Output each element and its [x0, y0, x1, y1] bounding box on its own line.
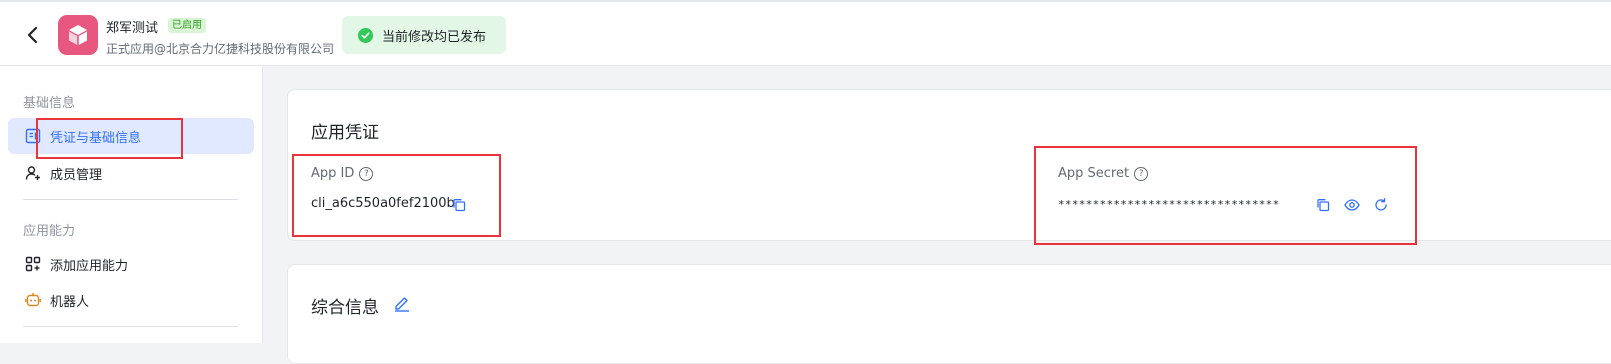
highlight-box-credentials — [36, 118, 183, 159]
add-member-icon — [24, 164, 42, 182]
toast-text: 当前修改均已发布 — [382, 29, 487, 45]
app-subtitle: 正式应用@北京合力亿捷科技股份有限公司 — [106, 42, 335, 56]
general-info-title: 综合信息 — [311, 298, 379, 318]
grid-icon — [24, 255, 42, 273]
sidebar-item-label: 添加应用能力 — [50, 258, 129, 274]
highlight-box-app-id — [292, 154, 501, 237]
sidebar-group-basic: 基础信息 — [23, 96, 76, 111]
sidebar-divider — [23, 199, 238, 200]
highlight-box-app-secret — [1034, 146, 1417, 245]
sidebar-divider — [23, 326, 238, 327]
app-logo — [58, 15, 98, 55]
sidebar-item-label: 成员管理 — [50, 167, 103, 183]
sidebar-item-add-ability[interactable]: 添加应用能力 — [8, 246, 254, 282]
sidebar-item-label: 机器人 — [50, 294, 90, 310]
sidebar-item-robot[interactable]: 机器人 — [8, 282, 254, 318]
cube-icon — [69, 25, 87, 45]
publish-status-toast: 当前修改均已发布 — [342, 16, 506, 54]
top-bar: 郑军测试 已启用 正式应用@北京合力亿捷科技股份有限公司 当前修改均已发布 — [0, 0, 1611, 66]
general-info-card: 综合信息 — [287, 264, 1611, 364]
sidebar: 基础信息 凭证与基础信息 成员管理 应用能力 添加应用能力 机器人 — [0, 66, 263, 343]
sidebar-item-members[interactable]: 成员管理 — [8, 155, 254, 191]
edit-icon[interactable] — [393, 294, 411, 312]
chevron-left-icon — [27, 26, 38, 44]
sidebar-group-ability: 应用能力 — [23, 224, 76, 239]
back-button[interactable] — [22, 24, 42, 46]
check-circle-icon — [358, 27, 373, 43]
credentials-title: 应用凭证 — [311, 123, 379, 143]
app-name: 郑军测试 — [106, 21, 159, 36]
robot-icon — [24, 291, 42, 309]
status-badge: 已启用 — [168, 18, 206, 33]
